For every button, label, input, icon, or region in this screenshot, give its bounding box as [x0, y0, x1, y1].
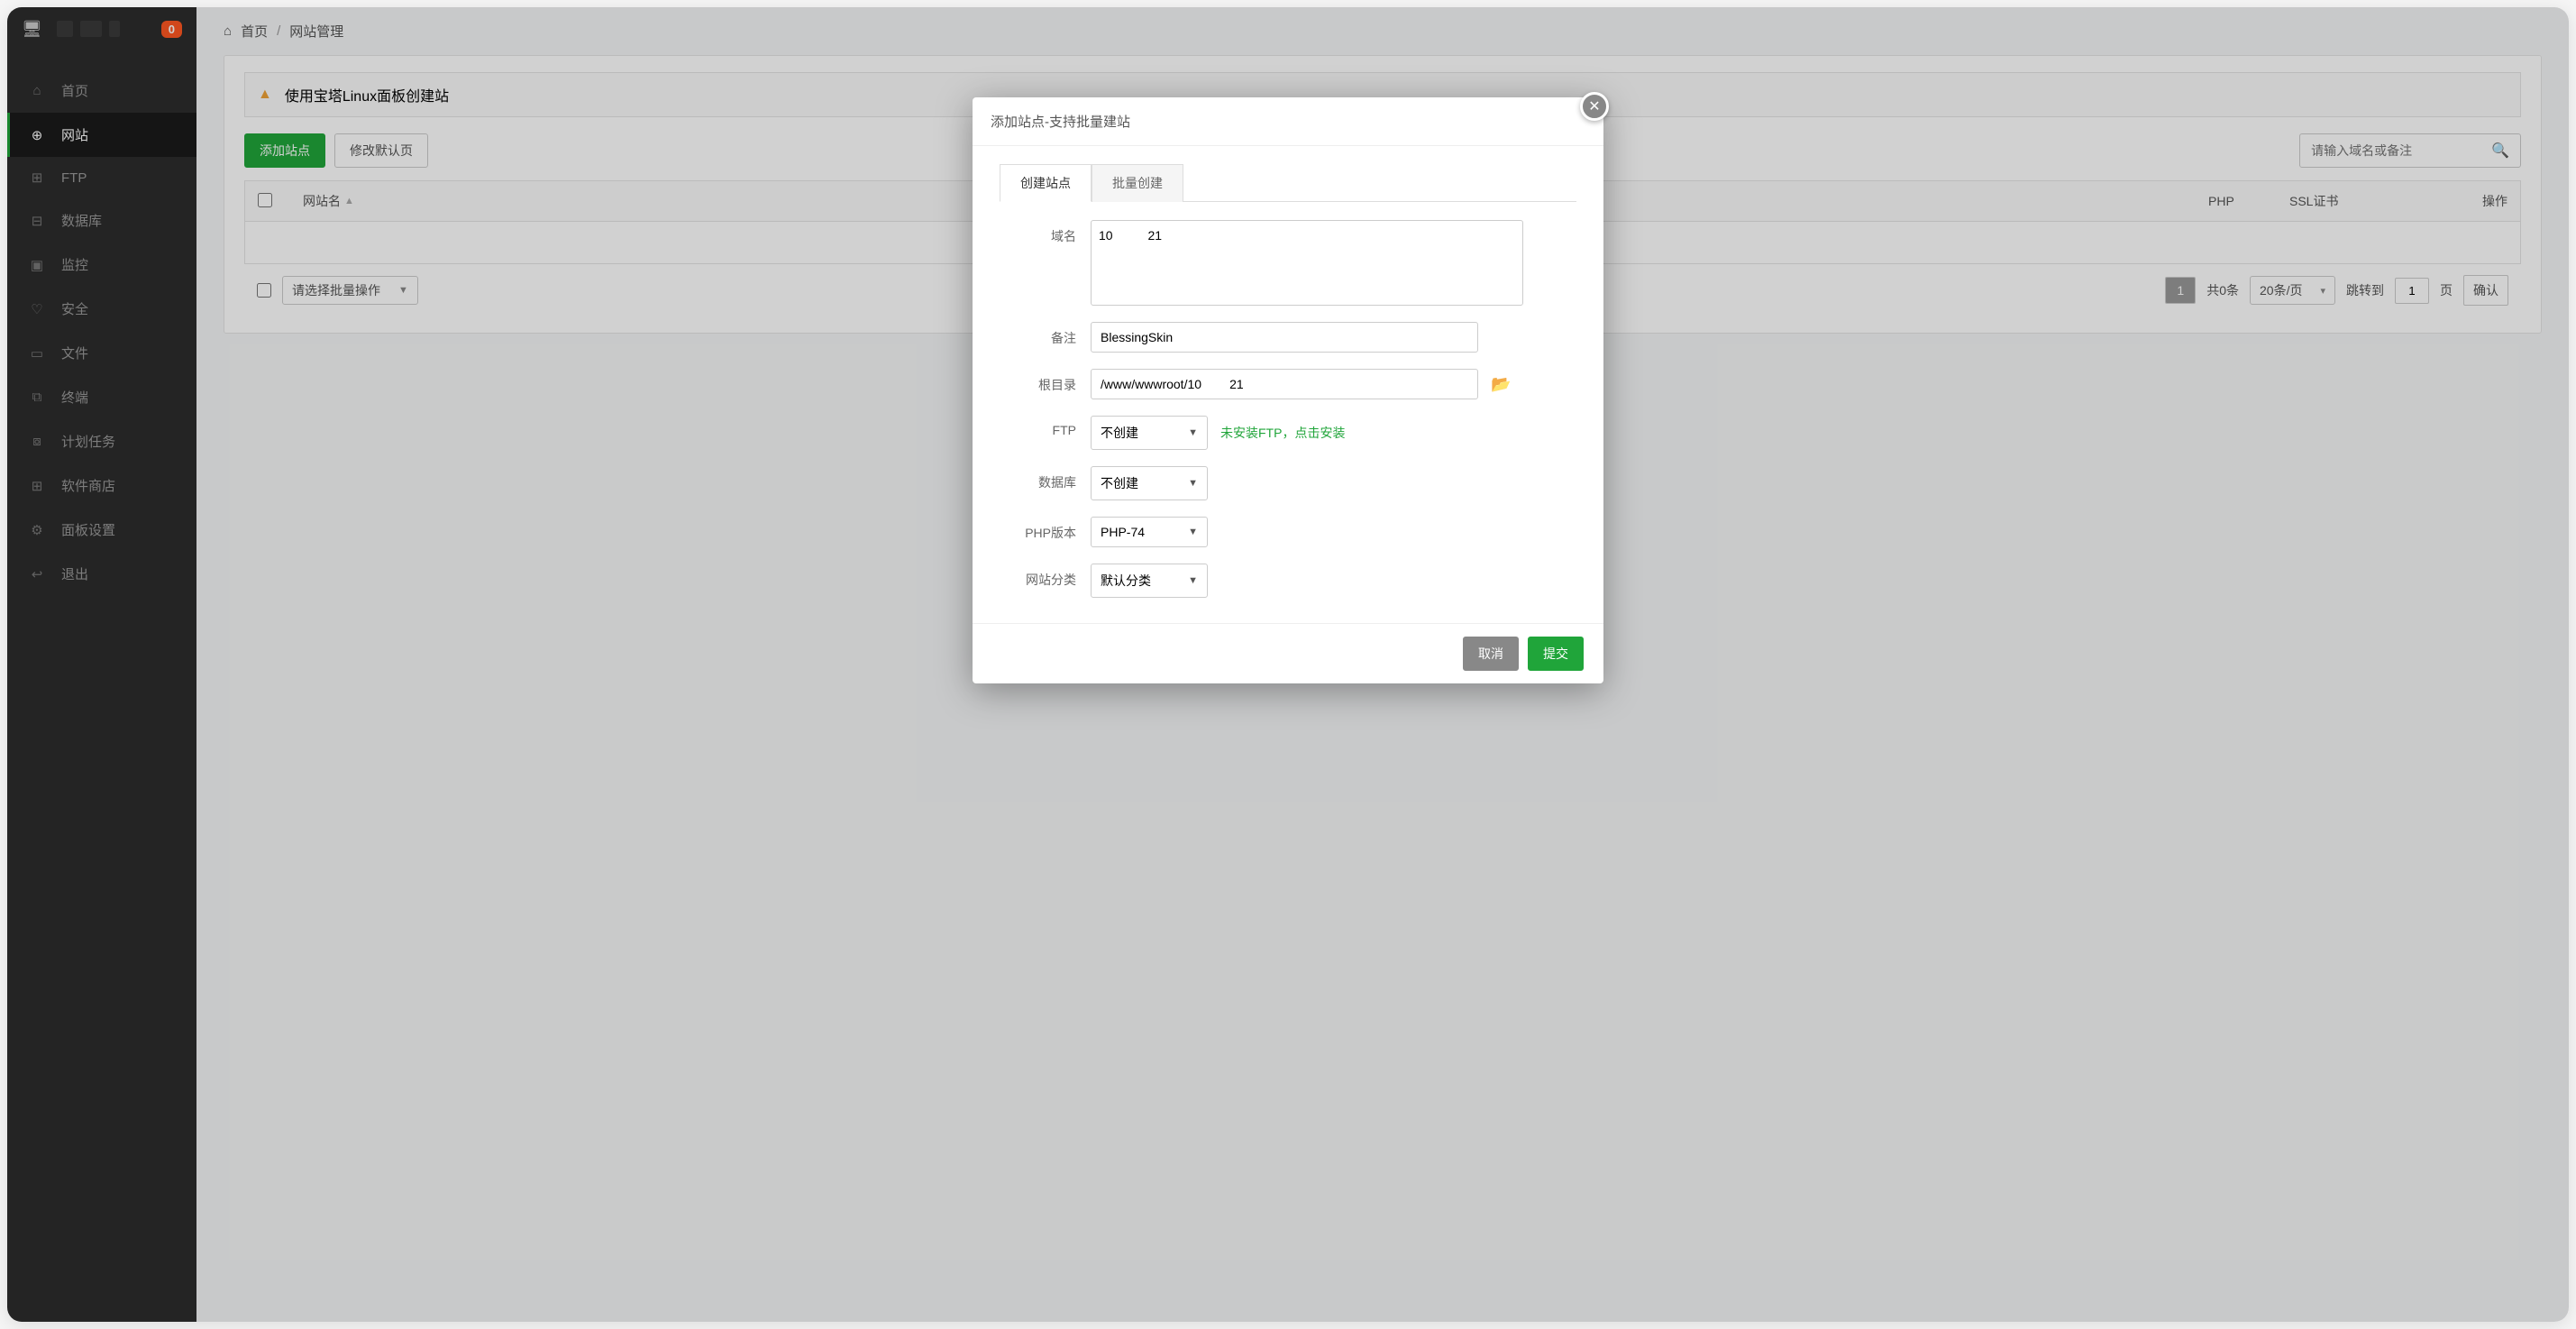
chevron-down-icon: ▼: [1188, 478, 1198, 489]
submit-button[interactable]: 提交: [1528, 637, 1584, 671]
cancel-button[interactable]: 取消: [1463, 637, 1519, 671]
remark-label: 备注: [1000, 322, 1076, 347]
modal-tabs: 创建站点 批量创建: [1000, 164, 1576, 202]
modal-title: 添加站点-支持批量建站: [973, 97, 1603, 146]
ftp-select[interactable]: 不创建▼: [1091, 416, 1208, 450]
domain-input[interactable]: [1091, 220, 1523, 306]
remark-input[interactable]: [1091, 322, 1478, 353]
close-icon[interactable]: ✕: [1580, 92, 1609, 121]
chevron-down-icon: ▼: [1188, 527, 1198, 537]
folder-icon[interactable]: 📂: [1491, 375, 1511, 394]
root-input[interactable]: [1091, 369, 1478, 399]
ftp-label: FTP: [1000, 416, 1076, 437]
category-select[interactable]: 默认分类▼: [1091, 564, 1208, 598]
tab-single[interactable]: 创建站点: [1000, 164, 1092, 202]
modal-backdrop[interactable]: ✕ 添加站点-支持批量建站 创建站点 批量创建 域名 备注 根目录 📂: [7, 7, 2569, 1322]
php-label: PHP版本: [1000, 517, 1076, 542]
chevron-down-icon: ▼: [1188, 575, 1198, 586]
modal-footer: 取消 提交: [973, 623, 1603, 683]
db-label: 数据库: [1000, 466, 1076, 491]
ftp-install-hint[interactable]: 未安装FTP，点击安装: [1220, 424, 1345, 442]
db-select[interactable]: 不创建▼: [1091, 466, 1208, 500]
root-label: 根目录: [1000, 369, 1076, 394]
chevron-down-icon: ▼: [1188, 427, 1198, 438]
add-site-modal: ✕ 添加站点-支持批量建站 创建站点 批量创建 域名 备注 根目录 📂: [973, 97, 1603, 683]
php-select[interactable]: PHP-74▼: [1091, 517, 1208, 547]
category-label: 网站分类: [1000, 564, 1076, 589]
domain-label: 域名: [1000, 220, 1076, 245]
tab-batch[interactable]: 批量创建: [1092, 164, 1183, 202]
